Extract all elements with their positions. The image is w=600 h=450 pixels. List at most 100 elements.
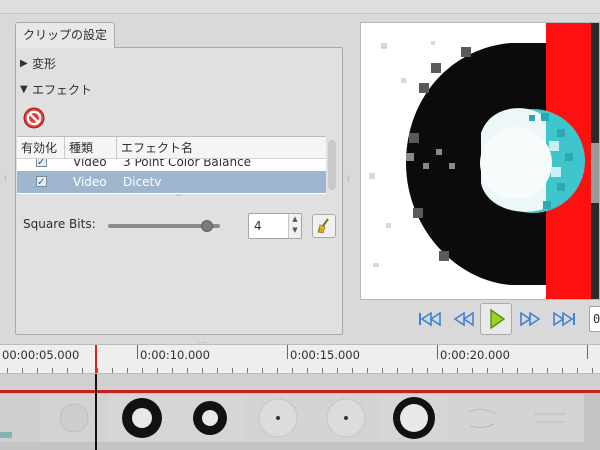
goto-end-button[interactable] <box>549 302 579 336</box>
fast-forward-button[interactable] <box>515 302 545 336</box>
effects-expander[interactable]: ▼ エフェクト <box>20 80 92 100</box>
playhead-marker[interactable] <box>95 345 97 373</box>
broom-icon <box>317 218 329 234</box>
thumbnail-image <box>40 394 108 442</box>
ruler-major-tick <box>137 345 138 359</box>
enabled-checkbox[interactable] <box>36 172 47 194</box>
ruler-minor-tick <box>127 368 128 373</box>
ruler-minor-tick <box>67 368 68 373</box>
top-toolbar-strip <box>0 0 600 14</box>
column-header-enabled[interactable]: 有効化 <box>17 137 65 159</box>
spin-arrows[interactable]: ▲ ▼ <box>288 214 301 238</box>
ruler-minor-tick <box>337 368 338 373</box>
transform-expander-label: 変形 <box>32 57 57 71</box>
fast-forward-icon <box>520 311 541 327</box>
tab-clip-settings[interactable]: クリップの設定 <box>15 22 116 48</box>
ruler-minor-tick <box>157 368 158 373</box>
clip-thumbnail <box>40 394 108 442</box>
thumbnail-image <box>244 394 312 442</box>
thumbnail-image <box>0 394 40 442</box>
pane-grip-right[interactable]: ⁞ <box>347 174 349 183</box>
clip-thumbnail <box>312 394 380 442</box>
ruler-minor-tick <box>397 368 398 373</box>
clip-thumbnail <box>380 394 448 442</box>
clip-settings-panel: ▶ 変形 ▼ エフェクト Video 3 Point Color Balance… <box>4 47 349 335</box>
clip-thumbnail <box>108 394 176 442</box>
ruler-minor-tick <box>382 368 383 373</box>
table-row[interactable]: Video Dicetv <box>17 171 326 194</box>
expander-collapsed-icon: ▶ <box>20 58 28 69</box>
expander-expanded-icon: ▼ <box>20 84 28 95</box>
square-bits-value[interactable]: 4 <box>254 219 262 233</box>
remove-effect-button[interactable] <box>22 106 46 130</box>
pane-grip-left[interactable]: ⁞ <box>4 174 6 183</box>
ruler-minor-tick <box>547 368 548 373</box>
square-bits-label: Square Bits: <box>23 217 96 231</box>
ruler-minor-tick <box>427 368 428 373</box>
ruler-minor-tick <box>487 368 488 373</box>
ruler-minor-tick <box>22 368 23 373</box>
enabled-cell[interactable] <box>17 171 47 194</box>
ruler-major-tick <box>287 345 288 359</box>
clip-thumbnail <box>448 394 516 442</box>
ruler-label: 0:00:15.000 <box>290 348 360 362</box>
ruler-minor-tick <box>277 368 278 373</box>
table-header: 有効化 種類 エフェクト名 <box>17 137 326 159</box>
ruler-minor-tick <box>37 368 38 373</box>
square-bits-spinbutton[interactable]: 4 ▲ ▼ <box>248 213 302 239</box>
ruler-minor-tick <box>502 368 503 373</box>
effects-expander-label: エフェクト <box>32 83 93 97</box>
timecode-field[interactable]: 0 <box>589 306 600 332</box>
ruler-minor-tick <box>262 368 263 373</box>
clip-thumbnail <box>244 394 312 442</box>
spin-up-icon[interactable]: ▲ <box>289 214 301 225</box>
skip-to-start-icon <box>419 311 441 327</box>
timeline-tracks <box>0 374 600 450</box>
preview-frame-image <box>361 23 599 299</box>
ruler-minor-tick <box>412 368 413 373</box>
spin-down-icon[interactable]: ▼ <box>289 225 301 236</box>
timeline-ruler[interactable]: 00:00:05.000 0:00:10.000 0:00:15.000 0:0… <box>0 344 600 374</box>
column-header-type[interactable]: 種類 <box>65 137 117 159</box>
remove-effect-icon <box>23 107 45 129</box>
playhead-line[interactable] <box>95 374 97 450</box>
transform-expander[interactable]: ▶ 変形 <box>20 54 56 74</box>
play-icon <box>490 308 506 330</box>
type-cell: Video <box>73 175 107 189</box>
ruler-minor-tick <box>307 368 308 373</box>
timecode-value[interactable]: 0 <box>593 312 600 326</box>
ruler-label: 0:00:20.000 <box>440 348 510 362</box>
clip-thumbnail <box>0 394 40 442</box>
ruler-minor-tick <box>577 368 578 373</box>
ruler-minor-tick <box>232 368 233 373</box>
ruler-minor-tick <box>472 368 473 373</box>
column-header-effect-name[interactable]: エフェクト名 <box>117 137 326 159</box>
ruler-minor-tick <box>97 368 98 373</box>
ruler-label: 00:00:05.000 <box>2 348 80 362</box>
ruler-minor-tick <box>457 368 458 373</box>
clip-thumbnails <box>0 394 600 442</box>
ruler-minor-tick <box>217 368 218 373</box>
clip-thumbnail <box>516 394 584 442</box>
video-preview <box>360 22 600 300</box>
ruler-minor-tick <box>532 368 533 373</box>
ruler-minor-tick <box>352 368 353 373</box>
goto-start-button[interactable] <box>415 302 445 336</box>
effects-table: Video 3 Point Color Balance Video Dicetv… <box>17 136 326 194</box>
play-button[interactable] <box>480 303 512 335</box>
ruler-label: 0:00:10.000 <box>140 348 210 362</box>
reset-parameter-button[interactable] <box>312 214 336 238</box>
ruler-minor-tick <box>562 368 563 373</box>
thumbnail-image <box>176 394 244 442</box>
rewind-button[interactable] <box>449 302 479 336</box>
rewind-icon <box>453 311 474 327</box>
table-resize-grip[interactable]: ··· <box>176 191 182 200</box>
square-bits-slider-handle[interactable] <box>200 220 213 232</box>
effects-table-scrollbar[interactable] <box>328 140 336 190</box>
square-bits-parameter: Square Bits: 4 ▲ ▼ <box>22 210 338 240</box>
ruler-minor-tick <box>202 368 203 373</box>
ruler-minor-tick <box>187 368 188 373</box>
ruler-major-tick <box>587 345 588 359</box>
ruler-major-tick <box>437 345 438 359</box>
ruler-minor-tick <box>7 368 8 373</box>
